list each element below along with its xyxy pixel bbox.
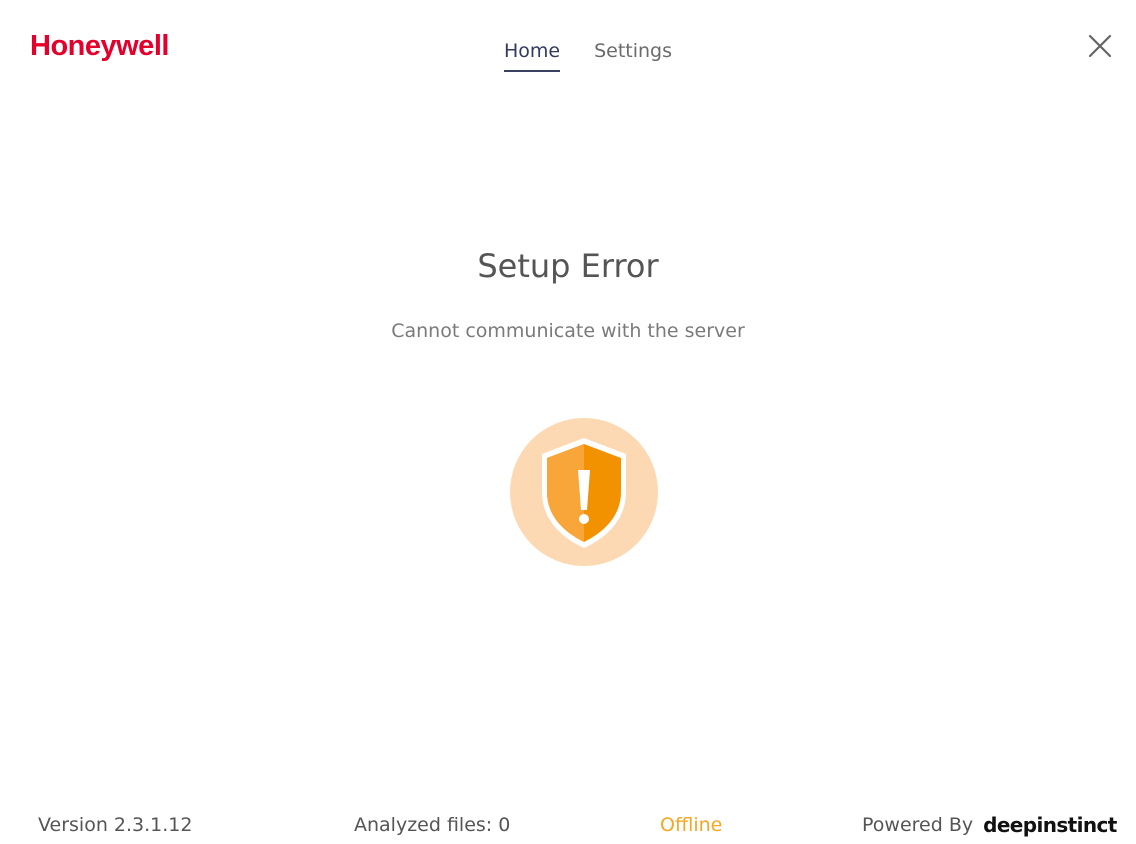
top-nav: Home Settings bbox=[0, 38, 1136, 72]
close-icon bbox=[1088, 34, 1112, 58]
close-button[interactable] bbox=[1084, 30, 1116, 62]
tab-settings[interactable]: Settings bbox=[594, 38, 672, 72]
deepinstinct-logo: deepinstinct bbox=[983, 813, 1117, 837]
page-title: Setup Error bbox=[477, 247, 659, 285]
shield-warning-icon bbox=[510, 418, 658, 566]
error-message: Cannot communicate with the server bbox=[391, 320, 745, 342]
shield-warning-status bbox=[508, 416, 660, 568]
analyzed-files-count: Analyzed files: 0 bbox=[354, 814, 511, 836]
version-label: Version 2.3.1.12 bbox=[38, 814, 193, 836]
powered-by-label: Powered By bbox=[862, 814, 974, 836]
tab-home[interactable]: Home bbox=[503, 38, 561, 72]
powered-by: Powered By deepinstinct bbox=[862, 812, 1117, 838]
connection-status: Offline bbox=[660, 814, 723, 836]
